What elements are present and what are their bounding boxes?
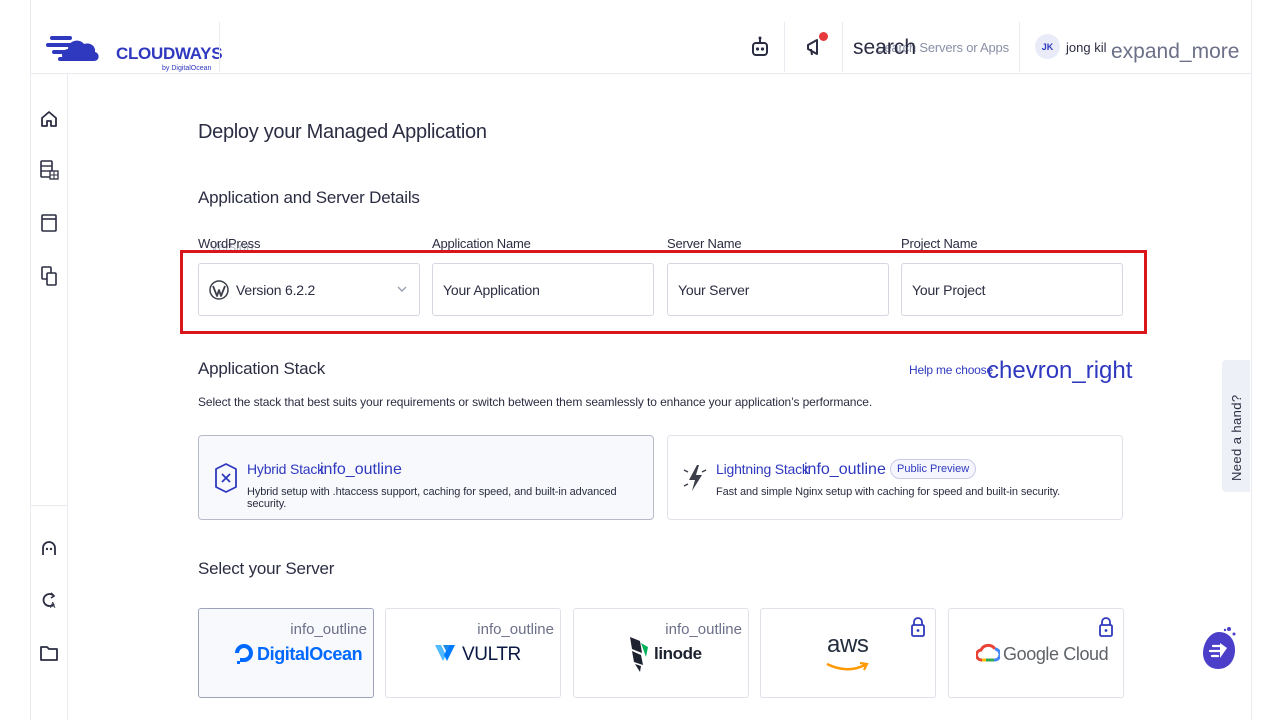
header-divider <box>842 22 843 72</box>
expand-more-icon[interactable]: expand_more <box>1111 40 1239 64</box>
user-name[interactable]: jong kil <box>1066 40 1106 55</box>
server-card-digitalocean[interactable]: info_outline DigitalOcean <box>198 608 374 698</box>
google-cloud-logo-icon <box>976 643 1000 662</box>
avatar[interactable]: JK <box>1035 34 1060 59</box>
header-divider <box>784 22 785 72</box>
public-preview-badge: Public Preview <box>890 459 977 479</box>
logo-text: CLOUDWAYS <box>116 44 223 63</box>
server-card-aws[interactable]: aws <box>760 608 936 698</box>
digitalocean-name: DigitalOcean <box>257 644 363 664</box>
hybrid-stack-card[interactable]: Hybrid Stack info_outline Hybrid setup w… <box>198 435 654 520</box>
aws-smile-icon <box>826 661 869 671</box>
help-me-choose-link[interactable]: Help me choose <box>909 363 993 377</box>
notification-dot <box>819 32 828 41</box>
info-outline-icon[interactable]: info_outline <box>804 461 886 479</box>
addons-icon[interactable]: A <box>38 589 60 611</box>
sidebar: A <box>30 74 68 720</box>
server-section-title: Select your Server <box>198 559 335 578</box>
linode-logo-icon <box>630 637 648 672</box>
digitalocean-logo-icon <box>235 644 253 664</box>
details-section-title: Application and Server Details <box>198 188 420 207</box>
top-header: CLOUDWAYS by DigitalOcean Search Servers… <box>30 22 1252 74</box>
aws-name: aws <box>827 631 869 658</box>
info-outline-icon[interactable]: info_outline <box>477 621 554 638</box>
lightning-stack-desc: Fast and simple Nginx setup with caching… <box>716 486 1061 498</box>
header-divider <box>1019 22 1020 72</box>
lightning-stack-card[interactable]: Lightning Stack info_outline Public Prev… <box>667 435 1123 520</box>
support-icon[interactable] <box>38 537 60 559</box>
wordpress-label: WordPress <box>198 236 261 251</box>
page-title: Deploy your Managed Application <box>198 121 487 143</box>
home-icon[interactable] <box>38 108 60 130</box>
linode-name: linode <box>654 644 702 663</box>
application-name-label: Application Name <box>432 236 531 251</box>
svg-text:A: A <box>50 601 56 610</box>
cloudways-logo[interactable]: CLOUDWAYS by DigitalOcean <box>46 30 223 72</box>
chat-assistant-fab-icon[interactable] <box>1201 626 1237 672</box>
server-name-label: Server Name <box>667 236 742 251</box>
applications-icon[interactable] <box>38 212 60 234</box>
logo-subtext: by DigitalOcean <box>162 65 212 72</box>
info-outline-icon[interactable]: info_outline <box>320 461 402 479</box>
server-card-vultr[interactable]: info_outline VULTR <box>385 608 561 698</box>
lock-icon <box>1099 617 1113 637</box>
google-cloud-name: Google Cloud <box>1003 644 1109 664</box>
header-divider <box>219 22 220 72</box>
cloud-logo-icon <box>46 36 99 61</box>
hybrid-stack-name: Hybrid Stack <box>247 461 324 477</box>
search-icon[interactable]: search <box>853 36 916 60</box>
highlight-box <box>180 250 1147 334</box>
info-outline-icon[interactable]: info_outline <box>290 621 367 638</box>
project-name-label: Project Name <box>901 236 978 251</box>
lock-icon <box>911 617 925 637</box>
robot-glyph-icon <box>752 36 768 56</box>
stack-subtitle: Select the stack that best suits your re… <box>198 395 873 409</box>
hybrid-stack-desc: Hybrid setup with .htaccess support, cac… <box>247 486 617 510</box>
folder-icon[interactable] <box>38 642 60 664</box>
vultr-logo-icon <box>435 645 455 661</box>
servers-icon[interactable] <box>38 159 60 181</box>
team-icon[interactable] <box>38 265 60 287</box>
stack-section-title: Application Stack <box>198 359 326 378</box>
chevron-right-icon[interactable]: chevron_right <box>987 357 1132 385</box>
server-card-google-cloud[interactable]: Google Cloud <box>948 608 1124 698</box>
info-outline-icon[interactable]: info_outline <box>665 621 742 638</box>
hybrid-stack-icon <box>215 463 237 493</box>
megaphone-icon[interactable] <box>802 32 828 60</box>
need-a-hand-label: Need a hand? <box>1229 394 1244 481</box>
sidebar-divider <box>30 505 68 506</box>
lightning-icon <box>683 465 707 491</box>
vultr-name: VULTR <box>462 644 521 665</box>
server-card-linode[interactable]: info_outline linode <box>573 608 749 698</box>
bot-icon[interactable] <box>747 34 773 60</box>
lightning-stack-name: Lightning Stack <box>716 461 809 477</box>
